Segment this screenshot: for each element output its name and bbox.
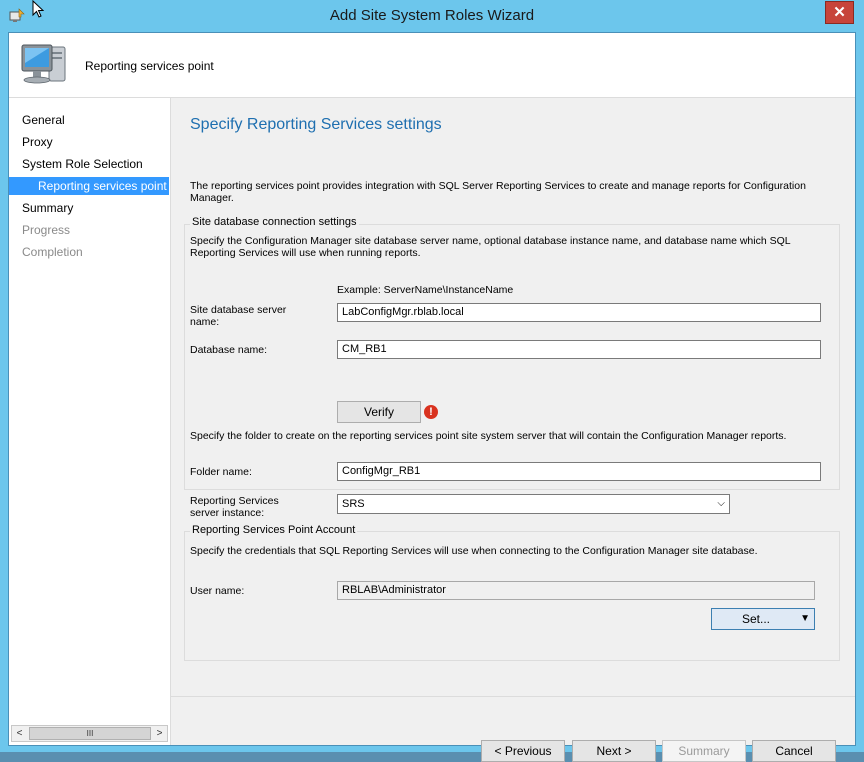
- window-title: Add Site System Roles Wizard: [329, 7, 535, 24]
- nav-horizontal-scrollbar[interactable]: < III >: [11, 725, 168, 742]
- wizard-header: Reporting services point: [9, 33, 855, 98]
- set-button[interactable]: Set... ▼: [711, 608, 815, 630]
- folder-name-label: Folder name:: [190, 466, 252, 478]
- folder-name-input[interactable]: ConfigMgr_RB1: [337, 462, 821, 481]
- intro-text: The reporting services point provides in…: [190, 180, 806, 204]
- chevron-down-icon[interactable]: ⌵: [717, 495, 725, 513]
- server-name-example: Example: ServerName\InstanceName: [337, 284, 514, 296]
- server-name-input[interactable]: LabConfigMgr.rblab.local: [337, 303, 821, 322]
- database-name-input[interactable]: CM_RB1: [337, 340, 821, 359]
- scrollbar-thumb[interactable]: III: [29, 727, 151, 740]
- scroll-left-icon[interactable]: <: [12, 726, 27, 741]
- close-button[interactable]: ✕: [825, 1, 854, 24]
- wizard-window: Add Site System Roles Wizard ✕ Reporting…: [0, 0, 864, 762]
- server-instance-value: SRS: [342, 498, 365, 510]
- nav-item-proxy[interactable]: Proxy: [9, 133, 169, 151]
- title-bar[interactable]: Add Site System Roles Wizard ✕: [0, 0, 864, 32]
- nav-item-progress: Progress: [22, 223, 71, 237]
- nav-item-reporting-services-point[interactable]: Reporting services point: [9, 177, 169, 195]
- nav-item-general[interactable]: General: [9, 111, 169, 129]
- set-button-label: Set...: [742, 612, 771, 626]
- computer-monitor-icon: [21, 44, 66, 84]
- server-instance-label: Reporting Services server instance:: [190, 495, 279, 519]
- header-title: Reporting services point: [85, 59, 214, 73]
- footer-separator: [171, 696, 855, 697]
- dropdown-arrow-icon: ▼: [800, 613, 810, 624]
- nav-item-system-role-selection[interactable]: System Role Selection: [9, 155, 169, 173]
- folder-description: Specify the folder to create on the repo…: [190, 430, 787, 442]
- site-database-group-title: Site database connection settings: [190, 216, 359, 228]
- summary-button: Summary: [662, 740, 746, 762]
- cancel-button[interactable]: Cancel: [752, 740, 836, 762]
- wizard-page: Specify Reporting Services settings The …: [171, 98, 855, 762]
- point-account-group-title: Reporting Services Point Account: [190, 524, 358, 536]
- database-name-label: Database name:: [190, 344, 268, 356]
- wizard-navigation: General Proxy System Role Selection Repo…: [9, 98, 171, 745]
- next-button[interactable]: Next >: [572, 740, 656, 762]
- scroll-right-icon[interactable]: >: [152, 726, 167, 741]
- previous-button[interactable]: < Previous: [481, 740, 565, 762]
- server-name-label: Site database server name:: [190, 304, 287, 328]
- user-name-field: RBLAB\Administrator: [337, 581, 815, 600]
- nav-item-summary[interactable]: Summary: [9, 199, 169, 217]
- nav-item-completion: Completion: [22, 245, 83, 259]
- mouse-pointer-icon: [32, 0, 44, 18]
- page-title: Specify Reporting Services settings: [190, 116, 442, 133]
- db-group-description: Specify the Configuration Manager site d…: [190, 235, 791, 259]
- warning-icon: !: [424, 405, 438, 419]
- server-instance-dropdown[interactable]: SRS ⌵: [337, 494, 730, 514]
- verify-button[interactable]: Verify: [337, 401, 421, 423]
- account-description: Specify the credentials that SQL Reporti…: [190, 545, 758, 557]
- user-name-label: User name:: [190, 585, 245, 597]
- wizard-client: Reporting services point General Proxy S…: [8, 32, 856, 762]
